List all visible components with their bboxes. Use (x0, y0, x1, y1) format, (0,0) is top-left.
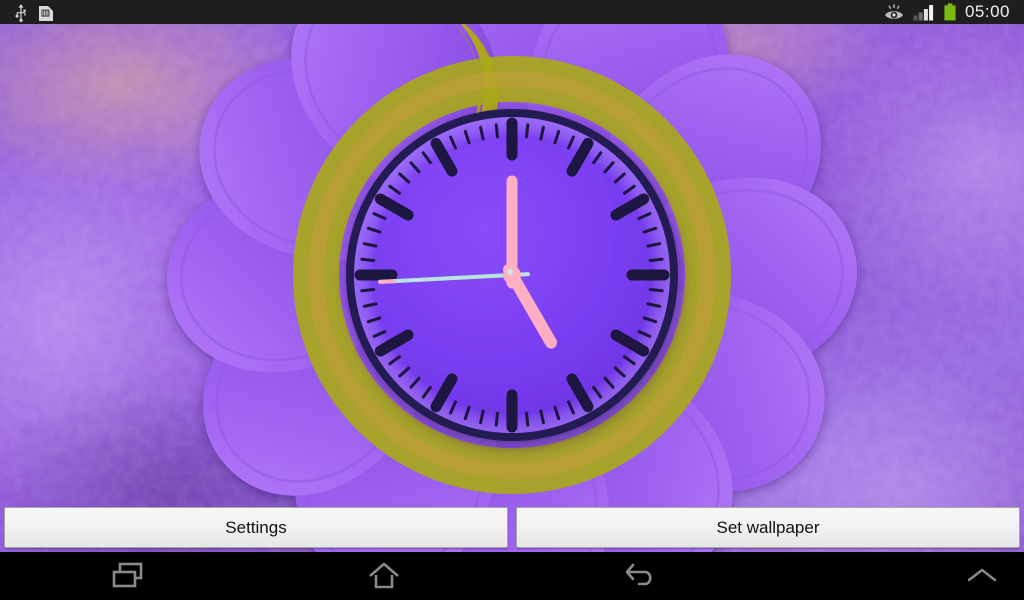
home-icon (367, 561, 401, 591)
device-screen: 05:00 Settings Set wallpaper (0, 0, 1024, 600)
nav-button-recent-apps[interactable] (0, 552, 256, 600)
live-wallpaper-preview[interactable] (0, 24, 1024, 552)
nav-button-expand[interactable] (940, 552, 1024, 600)
usb-icon (14, 3, 28, 22)
set-wallpaper-button[interactable]: Set wallpaper (516, 507, 1020, 548)
analog-clock (346, 109, 678, 441)
wallpaper-canvas (0, 24, 1024, 552)
sd-card-icon (38, 4, 54, 21)
clock-center-hub (503, 266, 521, 284)
set-wallpaper-button-label: Set wallpaper (716, 517, 820, 537)
back-icon (623, 561, 657, 591)
status-bar-left-icons (0, 3, 54, 22)
settings-button[interactable]: Settings (4, 507, 508, 548)
wallpaper-action-bar: Settings Set wallpaper (0, 507, 1024, 548)
battery-icon (943, 3, 957, 21)
chevron-up-icon (965, 566, 999, 586)
system-navigation-bar (0, 552, 1024, 600)
nav-button-home[interactable] (256, 552, 512, 600)
status-bar: 05:00 (0, 0, 1024, 24)
status-bar-right-icons: 05:00 (883, 2, 1024, 22)
status-bar-clock: 05:00 (964, 2, 1010, 21)
settings-button-label: Settings (225, 517, 287, 537)
signal-bars-icon (913, 4, 935, 21)
smart-stay-eye-icon (883, 3, 905, 21)
recent-apps-icon (111, 561, 145, 591)
nav-button-back[interactable] (512, 552, 768, 600)
